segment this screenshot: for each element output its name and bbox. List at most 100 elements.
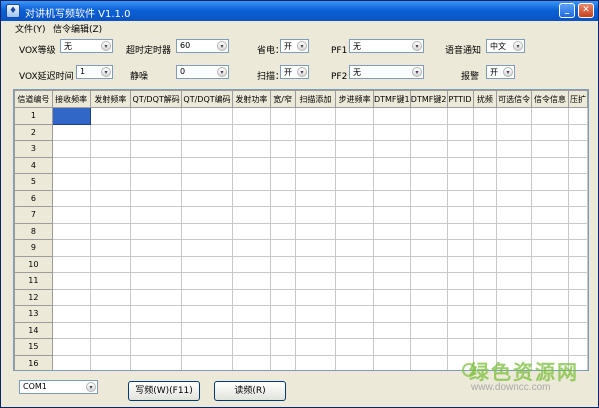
grid-cell[interactable]: [181, 156, 233, 174]
grid-cell[interactable]: [531, 140, 569, 158]
grid-cell[interactable]: [130, 206, 183, 224]
grid-cell[interactable]: [567, 255, 588, 273]
grid-cell[interactable]: [231, 189, 271, 207]
grid-cell[interactable]: [335, 239, 374, 257]
grid-cell[interactable]: [409, 140, 448, 158]
grid-cell[interactable]: [335, 338, 374, 356]
grid-cell[interactable]: [89, 255, 132, 273]
grid-cell[interactable]: [531, 107, 569, 125]
grid-cell[interactable]: [335, 321, 374, 339]
grid-cell[interactable]: [130, 173, 183, 191]
grid-cell[interactable]: [335, 354, 374, 370]
grid-cell[interactable]: [567, 173, 588, 191]
grid-cell[interactable]: [294, 222, 337, 240]
grid-cell[interactable]: [130, 288, 183, 306]
grid-cell[interactable]: [409, 288, 448, 306]
grid-cell[interactable]: [269, 173, 296, 191]
grid-cell[interactable]: [567, 305, 588, 323]
grid-cell[interactable]: [409, 272, 448, 290]
grid-cell[interactable]: [567, 272, 588, 290]
grid-cell[interactable]: [294, 140, 337, 158]
grid-cell[interactable]: [567, 321, 588, 339]
close-button[interactable]: ✕: [578, 3, 594, 18]
column-header[interactable]: 可选信令: [496, 90, 533, 108]
grid-cell[interactable]: [231, 107, 271, 125]
grid-cell[interactable]: [181, 189, 233, 207]
grid-cell[interactable]: [130, 338, 183, 356]
grid-cell[interactable]: [496, 156, 533, 174]
grid-cell[interactable]: [335, 288, 374, 306]
grid-cell[interactable]: [567, 107, 588, 125]
grid-cell[interactable]: [51, 156, 91, 174]
grid-cell[interactable]: [51, 354, 91, 370]
grid-cell[interactable]: [89, 156, 132, 174]
write-button[interactable]: 写频(W)(F11): [128, 381, 200, 401]
grid-cell[interactable]: [269, 305, 296, 323]
voice-prompt-select[interactable]: 中文 ▾: [486, 39, 525, 53]
grid-cell[interactable]: [446, 305, 474, 323]
grid-cell[interactable]: [409, 321, 448, 339]
grid-cell[interactable]: [531, 255, 569, 273]
grid-cell[interactable]: [269, 107, 296, 125]
grid-cell[interactable]: [372, 206, 411, 224]
grid-cell[interactable]: [335, 156, 374, 174]
grid-cell[interactable]: [446, 173, 474, 191]
grid-cell[interactable]: [372, 321, 411, 339]
column-header[interactable]: QT/DQT解码: [130, 90, 183, 108]
grid-cell[interactable]: [294, 288, 337, 306]
grid-cell[interactable]: [531, 305, 569, 323]
grid-cell[interactable]: [231, 173, 271, 191]
grid-cell[interactable]: [409, 107, 448, 125]
grid-cell[interactable]: [446, 189, 474, 207]
grid-cell[interactable]: [89, 239, 132, 257]
grid-cell[interactable]: [269, 239, 296, 257]
grid-cell[interactable]: [231, 288, 271, 306]
column-header[interactable]: DTMF键1: [372, 90, 411, 108]
grid-cell[interactable]: [130, 189, 183, 207]
grid-cell[interactable]: [231, 239, 271, 257]
grid-cell[interactable]: [89, 272, 132, 290]
grid-cell[interactable]: [294, 255, 337, 273]
grid-cell[interactable]: [372, 107, 411, 125]
power-save-select[interactable]: 开 ▾: [280, 39, 309, 53]
grid-cell[interactable]: [130, 305, 183, 323]
squelch-select[interactable]: 0 ▾: [176, 65, 229, 79]
row-number[interactable]: 8: [14, 222, 53, 240]
title-bar[interactable]: ♦ 对讲机写频软件 V1.1.0 _ ✕: [1, 1, 598, 21]
row-number[interactable]: 13: [14, 305, 53, 323]
grid-cell[interactable]: [335, 173, 374, 191]
grid-cell[interactable]: [269, 140, 296, 158]
grid-cell[interactable]: [567, 222, 588, 240]
grid-cell[interactable]: [472, 272, 498, 290]
grid-cell[interactable]: [372, 173, 411, 191]
dropdown-arrow-icon[interactable]: ▾: [217, 41, 227, 51]
grid-cell[interactable]: [89, 140, 132, 158]
grid-cell[interactable]: [181, 206, 233, 224]
grid-cell[interactable]: [181, 140, 233, 158]
grid-cell[interactable]: [446, 255, 474, 273]
grid-cell[interactable]: [531, 189, 569, 207]
grid-cell[interactable]: [372, 239, 411, 257]
grid-cell[interactable]: [496, 123, 533, 141]
grid-cell[interactable]: [496, 321, 533, 339]
dropdown-arrow-icon[interactable]: ▾: [412, 67, 422, 77]
grid-cell[interactable]: [472, 156, 498, 174]
grid-cell[interactable]: [446, 140, 474, 158]
column-header[interactable]: 扫描添加: [294, 90, 337, 108]
column-header[interactable]: QT/DQT编码: [181, 90, 233, 108]
row-number[interactable]: 12: [14, 288, 53, 306]
column-header[interactable]: 接收频率: [51, 90, 91, 108]
row-number[interactable]: 9: [14, 239, 53, 257]
grid-cell[interactable]: [181, 305, 233, 323]
grid-cell[interactable]: [51, 222, 91, 240]
grid-cell[interactable]: [269, 255, 296, 273]
grid-cell[interactable]: [409, 123, 448, 141]
grid-cell[interactable]: [181, 239, 233, 257]
grid-cell[interactable]: [231, 206, 271, 224]
grid-cell[interactable]: [89, 354, 132, 370]
grid-cell[interactable]: [472, 189, 498, 207]
grid-cell[interactable]: [567, 288, 588, 306]
grid-cell[interactable]: [472, 305, 498, 323]
row-number[interactable]: 10: [14, 255, 53, 273]
grid-cell[interactable]: [130, 354, 183, 370]
